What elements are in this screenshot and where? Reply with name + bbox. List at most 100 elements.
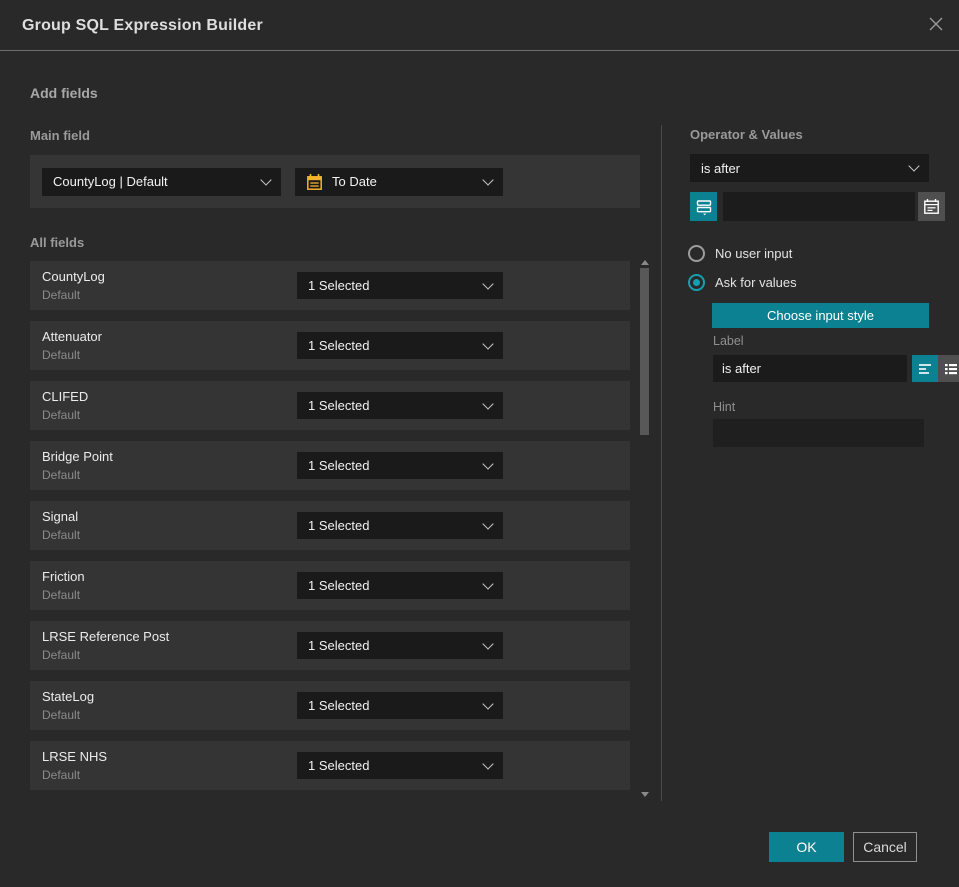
field-layer-label: Default xyxy=(42,528,81,542)
field-selected-dropdown[interactable]: 1 Selected xyxy=(297,332,503,359)
field-row: Attenuator Default 1 Selected xyxy=(30,321,630,370)
hint-input[interactable] xyxy=(713,419,924,447)
chevron-down-icon xyxy=(482,577,494,590)
field-name: CLIFED xyxy=(42,389,89,404)
unique-values-button[interactable] xyxy=(690,192,717,221)
field-name: CountyLog xyxy=(42,269,105,284)
chevron-down-icon xyxy=(482,757,494,770)
chevron-down-icon xyxy=(908,160,920,172)
field-row: LRSE NHS Default 1 Selected xyxy=(30,741,630,790)
field-layer-label: Default xyxy=(42,468,81,482)
ok-button[interactable]: OK xyxy=(769,832,844,862)
field-selected-dropdown[interactable]: 1 Selected xyxy=(297,512,503,539)
cancel-button[interactable]: Cancel xyxy=(853,832,917,862)
scrollbar-down-arrow-icon[interactable] xyxy=(641,792,649,797)
field-selected-dropdown[interactable]: 1 Selected xyxy=(297,692,503,719)
operator-values-heading: Operator & Values xyxy=(690,127,803,142)
field-name: Bridge Point xyxy=(42,449,113,464)
chevron-down-icon xyxy=(482,637,494,650)
hint-caption: Hint xyxy=(713,400,736,414)
field-layer-label: Default xyxy=(42,768,81,782)
main-field-heading: Main field xyxy=(30,128,90,143)
stacked-values-icon xyxy=(695,198,713,216)
date-field-select[interactable]: To Date xyxy=(295,167,503,196)
field-name: Friction xyxy=(42,569,85,584)
bulleted-list-icon xyxy=(943,361,959,377)
all-fields-list: CountyLog Default 1 Selected Attenuator … xyxy=(30,261,630,801)
field-selected-value: 1 Selected xyxy=(308,758,370,773)
choose-input-style-button[interactable]: Choose input style xyxy=(712,303,929,328)
field-selected-dropdown[interactable]: 1 Selected xyxy=(297,632,503,659)
field-row: Signal Default 1 Selected xyxy=(30,501,630,550)
main-field-select[interactable]: CountyLog | Default xyxy=(42,167,281,196)
list-input-style-button[interactable] xyxy=(938,355,959,382)
main-field-panel: CountyLog | Default To Date xyxy=(30,155,640,208)
field-row: Bridge Point Default 1 Selected xyxy=(30,441,630,490)
field-row: StateLog Default 1 Selected xyxy=(30,681,630,730)
field-selected-value: 1 Selected xyxy=(308,698,370,713)
field-selected-value: 1 Selected xyxy=(308,398,370,413)
add-fields-heading: Add fields xyxy=(30,85,98,101)
single-line-input-style-button[interactable] xyxy=(912,355,938,382)
date-field-select-value: To Date xyxy=(332,174,377,189)
group-sql-expression-builder-dialog: Group SQL Expression Builder Add fields … xyxy=(0,0,959,887)
calendar-icon xyxy=(306,173,323,191)
chevron-down-icon xyxy=(260,173,272,186)
field-selected-dropdown[interactable]: 1 Selected xyxy=(297,392,503,419)
all-fields-heading: All fields xyxy=(30,235,85,250)
field-row: LRSE Reference Post Default 1 Selected xyxy=(30,621,630,670)
radio-ask-for-values-label: Ask for values xyxy=(715,275,797,290)
value-input-row xyxy=(690,192,945,221)
scrollbar-thumb[interactable] xyxy=(640,268,649,435)
chevron-down-icon xyxy=(482,517,494,530)
field-row: Friction Default 1 Selected xyxy=(30,561,630,610)
list-scrollbar[interactable] xyxy=(638,256,652,801)
chevron-down-icon xyxy=(482,337,494,350)
main-field-select-value: CountyLog | Default xyxy=(53,174,168,189)
field-selected-dropdown[interactable]: 1 Selected xyxy=(297,452,503,479)
radio-selected-icon xyxy=(688,274,705,291)
field-name: Attenuator xyxy=(42,329,102,344)
dialog-header: Group SQL Expression Builder xyxy=(0,0,959,51)
field-row: CLIFED Default 1 Selected xyxy=(30,381,630,430)
field-layer-label: Default xyxy=(42,708,81,722)
label-input[interactable] xyxy=(713,355,907,382)
date-picker-button[interactable] xyxy=(918,192,945,221)
field-name: StateLog xyxy=(42,689,95,704)
field-layer-label: Default xyxy=(42,648,81,662)
field-layer-label: Default xyxy=(42,408,81,422)
close-icon xyxy=(927,15,945,38)
field-selected-value: 1 Selected xyxy=(308,338,370,353)
radio-no-user-input[interactable]: No user input xyxy=(688,245,792,262)
operator-select[interactable]: is after xyxy=(690,154,929,182)
field-row: CountyLog Default 1 Selected xyxy=(30,261,630,310)
chevron-down-icon xyxy=(482,173,494,186)
chevron-down-icon xyxy=(482,277,494,290)
close-button[interactable] xyxy=(926,16,946,36)
field-layer-label: Default xyxy=(42,288,81,302)
calendar-icon xyxy=(923,198,940,215)
field-selected-dropdown[interactable]: 1 Selected xyxy=(297,572,503,599)
align-left-icon xyxy=(917,361,933,377)
label-caption: Label xyxy=(713,334,744,348)
field-selected-value: 1 Selected xyxy=(308,278,370,293)
scrollbar-up-arrow-icon[interactable] xyxy=(641,260,649,265)
chevron-down-icon xyxy=(482,457,494,470)
field-layer-label: Default xyxy=(42,348,81,362)
field-name: LRSE Reference Post xyxy=(42,629,170,644)
field-selected-dropdown[interactable]: 1 Selected xyxy=(297,752,503,779)
radio-no-user-input-label: No user input xyxy=(715,246,793,261)
radio-unselected-icon xyxy=(688,245,705,262)
operator-select-value: is after xyxy=(701,160,741,176)
field-name: Signal xyxy=(42,509,79,524)
field-selected-dropdown[interactable]: 1 Selected xyxy=(297,272,503,299)
field-selected-value: 1 Selected xyxy=(308,458,370,473)
dialog-title: Group SQL Expression Builder xyxy=(22,17,263,34)
field-selected-value: 1 Selected xyxy=(308,638,370,653)
radio-ask-for-values[interactable]: Ask for values xyxy=(688,274,797,291)
field-selected-value: 1 Selected xyxy=(308,518,370,533)
chevron-down-icon xyxy=(482,397,494,410)
panel-divider xyxy=(661,125,662,801)
value-input[interactable] xyxy=(723,192,915,221)
chevron-down-icon xyxy=(482,697,494,710)
